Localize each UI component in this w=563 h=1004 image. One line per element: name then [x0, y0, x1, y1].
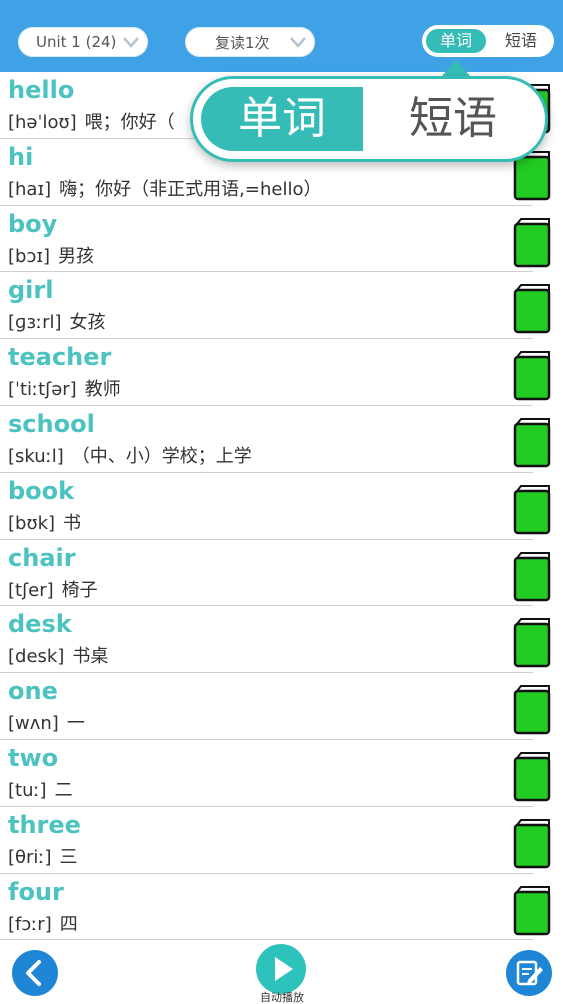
meaning-text: 书桌 — [72, 646, 109, 668]
word-text: chair — [8, 543, 76, 572]
popup-pointer — [442, 60, 470, 76]
notes-button[interactable] — [506, 950, 552, 996]
phonetic-meaning: [haɪ] 嗨；你好（非正式用语,=hello） — [8, 175, 321, 201]
phonetic-meaning: [bɔɪ] 男孩 — [8, 242, 94, 268]
book-icon[interactable] — [513, 416, 551, 468]
phonetic-text: [desk] — [8, 646, 65, 668]
phonetic-meaning: [skuːl] （中、小）学校；上学 — [8, 442, 252, 468]
meaning-text: （中、小）学校；上学 — [71, 445, 252, 467]
book-icon[interactable] — [513, 282, 551, 334]
meaning-text: 一 — [66, 713, 85, 735]
word-text: four — [8, 877, 64, 906]
word-text: book — [8, 476, 75, 505]
word-text: two — [8, 743, 59, 772]
list-item[interactable]: three [θriː] 三 — [0, 807, 563, 874]
word-text: girl — [8, 276, 54, 305]
phonetic-text: [haɪ] — [8, 178, 52, 200]
phonetic-meaning: [wʌn] 一 — [8, 709, 85, 735]
book-icon[interactable] — [513, 683, 551, 735]
play-icon — [275, 957, 293, 981]
list-item[interactable]: teacher [ˈtiːtʃər] 教师 — [0, 339, 563, 406]
phonetic-text: [skuːl] — [8, 445, 64, 467]
word-text: hello — [8, 76, 75, 104]
list-item[interactable]: girl [ɡɜːrl] 女孩 — [0, 272, 563, 340]
tab-phrases[interactable]: 短语 — [492, 29, 550, 53]
unit-select[interactable]: Unit 1 (24) — [18, 27, 148, 57]
chevron-down-icon — [123, 37, 139, 48]
meaning-text: 男孩 — [58, 245, 95, 267]
list-item[interactable]: boy [bɔɪ] 男孩 — [0, 206, 563, 273]
book-icon[interactable] — [513, 483, 551, 535]
unit-select-label: Unit 1 (24) — [36, 33, 117, 51]
meaning-text: 椅子 — [61, 579, 98, 601]
phonetic-meaning: [tuː] 二 — [8, 776, 73, 802]
edit-icon — [516, 960, 543, 986]
word-text: three — [8, 810, 81, 839]
list-item[interactable]: four [fɔːr] 四 — [0, 874, 563, 941]
word-text: hi — [8, 142, 34, 171]
book-icon[interactable] — [513, 216, 551, 268]
meaning-text: 二 — [54, 779, 73, 801]
phonetic-text: [ɡɜːrl] — [8, 312, 62, 334]
book-icon[interactable] — [513, 349, 551, 401]
phonetic-meaning: [desk] 书桌 — [8, 642, 108, 668]
list-item[interactable]: book [bʊk] 书 — [0, 473, 563, 540]
list-item[interactable]: desk [desk] 书桌 — [0, 606, 563, 674]
word-text: desk — [8, 610, 72, 639]
book-icon[interactable] — [513, 884, 551, 936]
word-text: teacher — [8, 343, 112, 372]
chevron-down-icon — [290, 37, 306, 48]
phonetic-meaning: [ˈtiːtʃər] 教师 — [8, 375, 121, 401]
phonetic-text: [bʊk] — [8, 512, 56, 534]
meaning-text: 三 — [59, 846, 78, 868]
top-bar: Unit 1 (24) 复读1次 单词 短语 — [0, 0, 563, 72]
autoplay-label: 自动播放 — [260, 991, 304, 1004]
book-icon[interactable] — [513, 750, 551, 802]
repeat-select[interactable]: 复读1次 — [185, 27, 315, 57]
phonetic-text: [həˈloʊ] — [8, 112, 77, 133]
popup-tab-words[interactable]: 单词 — [201, 87, 363, 151]
meaning-text: 喂；你好（ — [84, 112, 175, 133]
list-item[interactable]: chair [tʃer] 椅子 — [0, 540, 563, 607]
word-text: one — [8, 677, 58, 706]
book-icon[interactable] — [513, 550, 551, 602]
book-icon[interactable] — [513, 616, 551, 668]
list-item[interactable]: school [skuːl] （中、小）学校；上学 — [0, 406, 563, 473]
mode-popup: 单词 短语 — [190, 76, 548, 162]
phonetic-text: [tʃer] — [8, 579, 54, 601]
book-icon[interactable] — [513, 817, 551, 869]
phonetic-text: [fɔːr] — [8, 913, 52, 935]
chevron-left-icon — [26, 960, 41, 986]
meaning-text: 嗨；你好（非正式用语,=hello） — [59, 178, 322, 200]
phonetic-meaning: [həˈloʊ] 喂；你好（ — [8, 108, 175, 134]
meaning-text: 四 — [59, 913, 78, 935]
phonetic-meaning: [bʊk] 书 — [8, 509, 81, 535]
phonetic-meaning: [θriː] 三 — [8, 843, 78, 869]
phonetic-meaning: [ɡɜːrl] 女孩 — [8, 308, 106, 334]
back-button[interactable] — [12, 950, 58, 996]
phonetic-text: [ˈtiːtʃər] — [8, 379, 77, 401]
autoplay-button[interactable] — [256, 944, 306, 994]
meaning-text: 教师 — [84, 379, 121, 401]
tab-words[interactable]: 单词 — [426, 29, 486, 53]
word-text: boy — [8, 209, 58, 238]
phonetic-meaning: [fɔːr] 四 — [8, 910, 78, 936]
mode-toggle: 单词 短语 — [422, 25, 554, 57]
word-text: school — [8, 409, 95, 438]
list-item[interactable]: one [wʌn] 一 — [0, 673, 563, 740]
list-item[interactable]: two [tuː] 二 — [0, 740, 563, 807]
meaning-text: 女孩 — [69, 312, 106, 334]
word-list: hello [həˈloʊ] 喂；你好（ hi [haɪ] 嗨；你好（非正式用语,=… — [0, 72, 563, 941]
meaning-text: 书 — [63, 512, 82, 534]
phonetic-text: [wʌn] — [8, 713, 59, 735]
repeat-select-label: 复读1次 — [215, 33, 270, 52]
phonetic-meaning: [tʃer] 椅子 — [8, 576, 98, 602]
phonetic-text: [tuː] — [8, 779, 47, 801]
phonetic-text: [bɔɪ] — [8, 245, 51, 267]
popup-tab-phrases[interactable]: 短语 — [373, 87, 533, 151]
phonetic-text: [θriː] — [8, 846, 52, 868]
